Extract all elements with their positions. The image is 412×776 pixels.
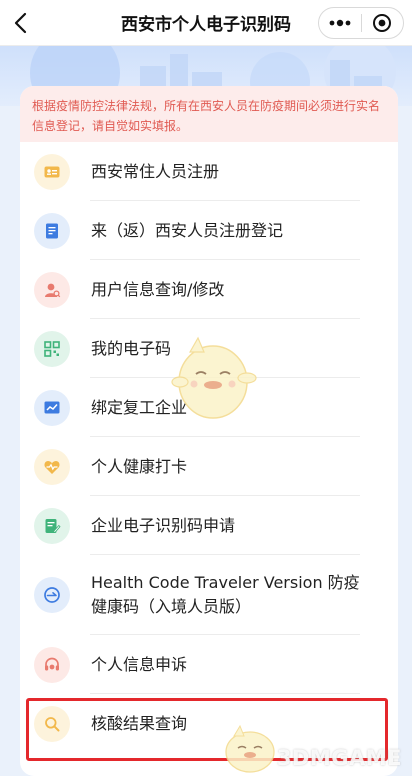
chart-icon xyxy=(34,389,70,426)
back-button[interactable] xyxy=(4,6,38,40)
menu-item-health-checkin[interactable]: 个人健康打卡 xyxy=(20,437,398,496)
menu-item-label: Health Code Traveler Version 防疫健康码（入境人员版… xyxy=(91,573,360,616)
menu-item-label: 用户信息查询/修改 xyxy=(91,279,225,299)
mini-program-capsule xyxy=(318,7,404,39)
heart-pulse-icon xyxy=(34,448,70,485)
mascot-watermark xyxy=(171,336,257,419)
user-search-icon xyxy=(34,271,70,308)
service-menu: 西安常住人员注册 来（返）西安人员注册登记 用户信息查询/修改 我的电子码 绑定 xyxy=(20,142,398,753)
target-close-icon xyxy=(373,14,392,32)
mascot-watermark-small xyxy=(225,724,275,773)
menu-item-nucleic-acid-result[interactable]: 核酸结果查询 xyxy=(20,694,398,753)
menu-item-arrival-registration[interactable]: 来（返）西安人员注册登记 xyxy=(20,201,398,260)
chevron-left-icon xyxy=(14,12,27,34)
menu-item-company-code-apply[interactable]: 企业电子识别码申请 xyxy=(20,496,398,555)
menu-item-label: 来（返）西安人员注册登记 xyxy=(91,220,284,240)
plane-entry-icon xyxy=(34,577,70,613)
menu-item-label: 个人健康打卡 xyxy=(91,456,188,476)
notice-banner: 根据疫情防控法律法规，所有在西安人员在防疫期间必须进行实名信息登记，请自觉如实填… xyxy=(20,86,398,142)
page-title: 西安市个人电子识别码 xyxy=(121,15,291,35)
menu-item-traveler-health-code[interactable]: Health Code Traveler Version 防疫健康码（入境人员版… xyxy=(20,555,398,635)
qr-code-icon xyxy=(34,330,70,367)
headset-icon xyxy=(34,646,70,683)
menu-item-info-appeal[interactable]: 个人信息申诉 xyxy=(20,635,398,694)
main-card: 根据疫情防控法律法规，所有在西安人员在防疫期间必须进行实名信息登记，请自觉如实填… xyxy=(20,86,398,776)
menu-item-label: 个人信息申诉 xyxy=(91,654,188,674)
more-button[interactable] xyxy=(319,8,361,38)
menu-item-user-info-query[interactable]: 用户信息查询/修改 xyxy=(20,260,398,319)
id-card-icon xyxy=(34,153,70,190)
watermark-text: 3DMGAME xyxy=(276,746,402,770)
magnifier-icon xyxy=(34,705,70,742)
menu-item-label: 西安常住人员注册 xyxy=(91,161,220,181)
menu-item-resident-registration[interactable]: 西安常住人员注册 xyxy=(20,142,398,201)
document-edit-icon xyxy=(34,212,70,249)
close-button[interactable] xyxy=(362,8,404,38)
more-dots-icon xyxy=(329,19,351,27)
form-edit-icon xyxy=(34,507,70,544)
menu-item-label: 企业电子识别码申请 xyxy=(91,515,236,535)
nav-bar: 西安市个人电子识别码 xyxy=(0,0,412,46)
